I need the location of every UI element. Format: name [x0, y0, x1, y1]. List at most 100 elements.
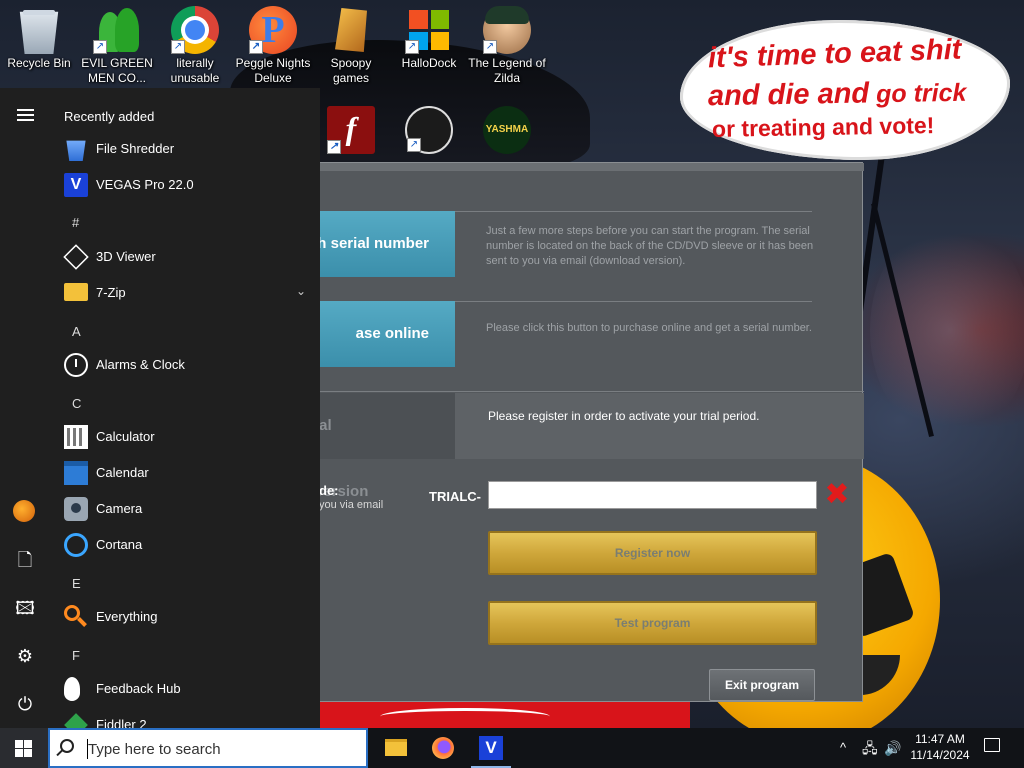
- taskbar-file-explorer[interactable]: [371, 728, 419, 768]
- app-label: Calculator: [96, 429, 155, 444]
- documents-icon[interactable]: 🗋: [13, 548, 37, 572]
- desktop-icon-peggle[interactable]: P ↗ Peggle Nights Deluxe: [234, 0, 312, 86]
- alarm-clock-icon: [64, 353, 88, 377]
- app-alarms-clock[interactable]: Alarms & Clock: [62, 347, 312, 383]
- desktop-icon-evil-green-men[interactable]: ↗ EVIL GREEN MEN CO...: [78, 0, 156, 86]
- start-button[interactable]: [0, 728, 48, 768]
- app-cortana[interactable]: Cortana: [62, 527, 312, 563]
- divider: [455, 211, 812, 212]
- taskbar-search-box[interactable]: Type here to search: [48, 728, 368, 768]
- notification-center-icon[interactable]: [984, 738, 1000, 752]
- monitor-shield-icon: ↗: [405, 106, 453, 154]
- app-camera[interactable]: Camera: [62, 491, 312, 527]
- app-7zip-folder[interactable]: 7-Zip ⌄: [62, 275, 312, 311]
- user-avatar[interactable]: [13, 500, 37, 524]
- section-letter-c[interactable]: C: [72, 396, 81, 411]
- bubble-line-2b: go trick: [868, 78, 967, 109]
- register-now-button[interactable]: Register now: [488, 531, 817, 575]
- dialog-title-band: [315, 163, 864, 171]
- app-label: VEGAS Pro 22.0: [96, 177, 194, 192]
- power-icon[interactable]: ⏻: [13, 692, 37, 716]
- section-letter-a[interactable]: A: [72, 324, 81, 339]
- section-letter-hash[interactable]: #: [72, 215, 79, 230]
- trial-panel: [455, 393, 864, 459]
- trial-code-prefix: TRIALC-: [429, 489, 481, 504]
- bubble-line-3: or treating and vote!: [711, 112, 935, 142]
- desktop-icon-hallodock[interactable]: ↗ HalloDock: [390, 0, 468, 71]
- desktop-icon-literally-unusable[interactable]: ↗ literally unusable: [156, 0, 234, 86]
- enter-serial-number-button[interactable]: h serial number: [315, 211, 455, 277]
- pictures-icon[interactable]: 🖾: [13, 596, 37, 620]
- network-icon[interactable]: 🖧: [862, 728, 878, 768]
- app-feedback-hub[interactable]: Feedback Hub: [62, 671, 312, 707]
- section-letter-e[interactable]: E: [72, 576, 81, 591]
- bubble-line-2: and die and go trick: [708, 76, 967, 114]
- app-label: Everything: [96, 609, 158, 624]
- app-calendar[interactable]: Calendar: [62, 455, 312, 491]
- shortcut-arrow-icon: ↗: [483, 40, 497, 54]
- code-label: de:: [319, 483, 339, 498]
- app-fiddler[interactable]: Fiddler 2: [62, 707, 312, 728]
- code-sublabel: you via email: [319, 499, 384, 511]
- start-menu-rail: 🗋 🖾 ⚙ ⏻: [0, 88, 50, 728]
- taskbar-firefox[interactable]: [419, 728, 467, 768]
- divider: [315, 391, 864, 392]
- fiddler-icon: [64, 713, 88, 728]
- taskbar-vegas-pro[interactable]: V: [467, 728, 515, 768]
- app-calculator[interactable]: Calculator: [62, 419, 312, 455]
- app-file-shredder[interactable]: File Shredder: [62, 131, 312, 167]
- trial-info-text: Please register in order to activate you…: [488, 409, 760, 423]
- clock-date: 11/14/2024: [910, 748, 970, 762]
- shortcut-arrow-icon: ↗: [405, 40, 419, 54]
- start-menu: 🗋 🖾 ⚙ ⏻ Recently added File Shredder V V…: [0, 88, 320, 728]
- desktop-icon-label: Spoopy games: [330, 56, 372, 85]
- wallpaper-red-banner: [320, 700, 690, 728]
- magnifier-icon: [64, 605, 80, 621]
- app-label: Feedback Hub: [96, 681, 181, 696]
- desktop-icon-legend-of-zilda[interactable]: ↗ The Legend of Zilda: [468, 0, 546, 86]
- section-letter-f[interactable]: F: [72, 648, 80, 663]
- hamburger-menu-icon[interactable]: [13, 106, 37, 130]
- bubble-line-1: it's time to eat shit: [707, 33, 962, 75]
- flash-player-icon: f ↗: [327, 106, 375, 154]
- chevron-down-icon[interactable]: ⌄: [296, 284, 306, 298]
- windows-logo-icon: ↗: [405, 6, 453, 54]
- shortcut-arrow-icon: ↗: [249, 40, 263, 54]
- desktop-icon-display-tool[interactable]: ↗: [390, 100, 468, 156]
- folder-icon: [64, 283, 88, 301]
- desktop-icon-spoopy-games[interactable]: Spoopy games: [312, 0, 390, 86]
- test-program-button[interactable]: Test program: [488, 601, 817, 645]
- calendar-icon: [64, 461, 88, 485]
- windows-start-icon: [15, 740, 32, 757]
- zilda-character-icon: ↗: [483, 6, 531, 54]
- file-explorer-icon: [385, 739, 407, 756]
- trial-version-button[interactable]: ial version: [315, 393, 455, 500]
- shortcut-arrow-icon: ↗: [93, 40, 107, 54]
- settings-gear-icon[interactable]: ⚙: [13, 644, 37, 668]
- clock-time: 11:47 AM: [915, 732, 965, 746]
- desktop-icon-recycle-bin[interactable]: Recycle Bin: [0, 0, 78, 71]
- tray-overflow-chevron-icon[interactable]: ^: [840, 728, 846, 768]
- 3d-viewer-cube-icon: [63, 244, 89, 270]
- app-3d-viewer[interactable]: 3D Viewer: [62, 239, 312, 275]
- desktop-icon-flash[interactable]: f ↗: [312, 100, 390, 156]
- wallpaper-moon-haze: [870, 220, 1024, 440]
- app-label: File Shredder: [96, 141, 175, 156]
- purchase-online-button[interactable]: ase online: [315, 301, 455, 367]
- purchase-button-label: ase online: [355, 325, 429, 342]
- desktop-icon-label: Peggle Nights Deluxe: [235, 56, 311, 85]
- taskbar-clock[interactable]: 11:47 AM 11/14/2024: [905, 731, 975, 763]
- app-label: 7-Zip: [96, 285, 126, 300]
- shortcut-arrow-icon: ↗: [407, 138, 421, 152]
- trial-code-input[interactable]: [488, 481, 817, 509]
- serial-info-text: Just a few more steps before you can sta…: [486, 225, 814, 267]
- app-everything[interactable]: Everything: [62, 599, 312, 635]
- wallpaper-speech-bubble: it's time to eat shit and die and go tri…: [680, 20, 1010, 160]
- app-vegas-pro[interactable]: V VEGAS Pro 22.0: [62, 167, 312, 203]
- exit-program-button[interactable]: Exit program: [709, 669, 815, 701]
- clear-code-icon[interactable]: ✖: [823, 480, 851, 510]
- desktop-icon-yashma[interactable]: YASHMA: [468, 100, 546, 156]
- camera-icon: [64, 497, 88, 521]
- volume-icon[interactable]: 🔊: [884, 728, 901, 768]
- app-label: 3D Viewer: [96, 249, 156, 264]
